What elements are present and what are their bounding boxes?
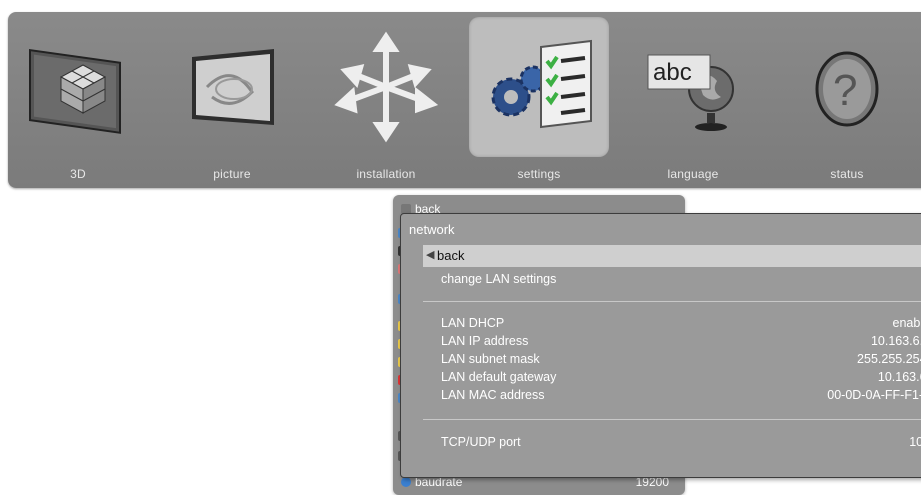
- lan-subnet-label: LAN subnet mask: [441, 352, 540, 366]
- menu-label-language: language: [623, 167, 763, 181]
- menu-label-picture: picture: [162, 167, 302, 181]
- picture-frame-icon: [162, 17, 302, 157]
- change-lan-settings-item[interactable]: change LAN settings ›: [441, 272, 921, 290]
- divider: [423, 301, 921, 302]
- abc-globe-icon: abc: [623, 17, 763, 157]
- menu-label-3d: 3D: [8, 167, 148, 181]
- menu-label-status: status: [777, 167, 917, 181]
- lan-gateway-value: 10.163.6.1: [878, 370, 921, 384]
- menu-item-status[interactable]: ? status: [777, 17, 917, 157]
- svg-text:abc: abc: [653, 59, 692, 86]
- menu-item-installation[interactable]: installation: [316, 17, 456, 157]
- info-row: LAN default gateway 10.163.6.1: [441, 370, 921, 388]
- lan-dhcp-value: enabled: [893, 316, 921, 330]
- lan-mac-value: 00-0D-0A-FF-F1-72: [827, 388, 921, 402]
- menu-item-settings[interactable]: settings: [469, 17, 609, 157]
- back-label: back: [437, 248, 464, 263]
- change-lan-label: change LAN settings: [441, 272, 556, 286]
- gears-checklist-icon: [469, 17, 609, 157]
- lan-subnet-value: 255.255.254.0: [857, 352, 921, 366]
- svg-text:?: ?: [833, 66, 857, 115]
- menu-item-picture[interactable]: picture: [162, 17, 302, 157]
- port-label: TCP/UDP port: [441, 435, 521, 449]
- menu-item-language[interactable]: abc language: [623, 17, 763, 157]
- port-value: 1025: [909, 435, 921, 449]
- lan-dhcp-label: LAN DHCP: [441, 316, 504, 330]
- info-row: LAN IP address 10.163.6.87: [441, 334, 921, 352]
- lan-gateway-label: LAN default gateway: [441, 370, 556, 384]
- question-icon: ?: [777, 17, 917, 157]
- divider: [423, 419, 921, 420]
- info-row: LAN MAC address 00-0D-0A-FF-F1-72: [441, 388, 921, 406]
- menu-label-settings: settings: [469, 167, 609, 181]
- info-row: LAN subnet mask 255.255.254.0: [441, 352, 921, 370]
- lan-ip-label: LAN IP address: [441, 334, 528, 348]
- baudrate-icon: [401, 477, 411, 487]
- lan-ip-value: 10.163.6.87: [871, 334, 921, 348]
- move-arrows-icon: [316, 17, 456, 157]
- menu-item-3d[interactable]: 3D: [8, 17, 148, 157]
- rubiks-cube-icon: [8, 17, 148, 157]
- menu-label-installation: installation: [316, 167, 456, 181]
- back-button[interactable]: ◀ back: [423, 245, 921, 267]
- info-row: LAN DHCP enabled: [441, 316, 921, 334]
- main-menu-bar: 3D picture: [8, 12, 921, 188]
- network-panel: network ◀ back change LAN settings › LAN…: [400, 213, 921, 478]
- lan-mac-label: LAN MAC address: [441, 388, 545, 402]
- panel-title: network: [409, 222, 455, 237]
- tcp-udp-port-row[interactable]: TCP/UDP port 1025: [441, 435, 921, 453]
- back-arrow-icon: ◀: [426, 248, 434, 261]
